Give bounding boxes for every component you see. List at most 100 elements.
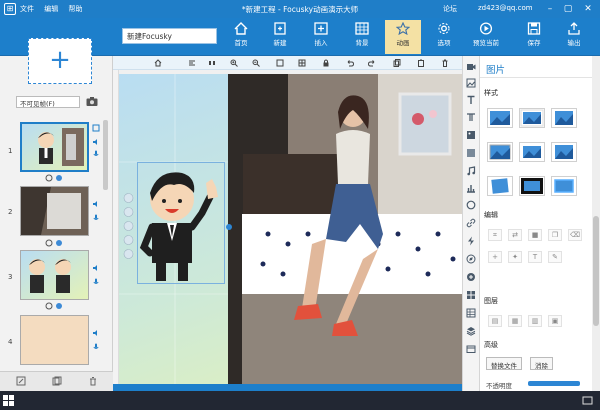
slide-audio-icon[interactable] xyxy=(92,264,100,272)
home-view-icon[interactable] xyxy=(154,59,162,67)
options-button[interactable]: 选项 xyxy=(426,20,462,54)
redo-icon[interactable] xyxy=(368,59,376,67)
text-edit-icon[interactable]: T xyxy=(528,251,542,263)
grid-icon[interactable] xyxy=(298,59,306,67)
layers-icon[interactable] xyxy=(466,326,476,336)
close-icon[interactable]: ✕ xyxy=(580,0,596,18)
slide-controls[interactable] xyxy=(45,174,65,182)
resize-handle[interactable] xyxy=(225,223,233,231)
image-icon[interactable] xyxy=(466,78,476,88)
style-option-7[interactable] xyxy=(487,176,513,196)
chart-icon[interactable] xyxy=(466,183,476,193)
replace-file-button[interactable]: 替换文件 xyxy=(486,357,522,370)
scrollbar-thumb[interactable] xyxy=(593,216,599,326)
forum-link[interactable]: 论坛 xyxy=(443,4,457,14)
copy-icon[interactable] xyxy=(393,59,401,67)
send-backward-icon[interactable]: ▥ xyxy=(528,315,542,327)
user-email[interactable]: zd423@qq.com xyxy=(478,4,533,12)
slide-mic-icon[interactable] xyxy=(92,343,100,351)
new-button[interactable]: 新建 xyxy=(262,20,298,54)
style-option-9[interactable] xyxy=(551,176,577,196)
style-option-4[interactable] xyxy=(487,142,513,162)
slide-thumbnail-1[interactable] xyxy=(20,122,89,172)
align-icon[interactable] xyxy=(188,59,196,67)
add-frame-button[interactable]: + xyxy=(28,38,92,84)
style-option-5[interactable] xyxy=(519,142,545,162)
flash-icon[interactable] xyxy=(466,236,476,246)
text-icon[interactable] xyxy=(466,95,476,105)
minimize-icon[interactable]: – xyxy=(542,0,558,18)
table-icon[interactable] xyxy=(466,308,476,318)
style-option-1[interactable] xyxy=(487,108,513,128)
slide-mic-icon[interactable] xyxy=(92,150,100,158)
bring-front-icon[interactable]: ▤ xyxy=(488,315,502,327)
slide-thumbnail-3[interactable] xyxy=(20,250,89,300)
style-option-8[interactable] xyxy=(519,176,545,196)
zoom-in-icon[interactable] xyxy=(230,59,238,67)
photo-element[interactable] xyxy=(228,74,462,384)
more-icon[interactable] xyxy=(466,344,476,354)
home-button[interactable]: 首页 xyxy=(223,20,259,54)
preview-current-button[interactable]: 预览当前 xyxy=(466,20,506,54)
crop-icon[interactable]: ⌗ xyxy=(488,229,502,241)
fit-screen-icon[interactable] xyxy=(276,59,284,67)
effect-icon[interactable]: ✦ xyxy=(508,251,522,263)
save-button[interactable]: 保存 xyxy=(516,20,552,54)
slide-audio-icon[interactable] xyxy=(92,138,100,146)
music-icon[interactable] xyxy=(466,166,476,176)
copy-element-icon[interactable]: ❐ xyxy=(548,229,562,241)
zoom-out-icon[interactable] xyxy=(252,59,260,67)
paste-icon[interactable] xyxy=(417,59,425,67)
slide-mic-icon[interactable] xyxy=(92,214,100,222)
lock-element-icon[interactable]: ■ xyxy=(528,229,542,241)
export-button[interactable]: 输出 xyxy=(556,20,592,54)
slide-controls[interactable] xyxy=(45,239,65,247)
notification-icon[interactable] xyxy=(582,395,593,406)
video-icon[interactable] xyxy=(466,62,476,72)
slide-settings-icon[interactable] xyxy=(92,124,100,132)
background-fill-icon[interactable] xyxy=(466,148,476,158)
frame-delete-icon[interactable] xyxy=(88,376,98,386)
slide-controls[interactable] xyxy=(45,302,65,310)
shape-icon[interactable] xyxy=(466,200,476,210)
symbol-icon[interactable] xyxy=(466,272,476,282)
slide-audio-icon[interactable] xyxy=(92,200,100,208)
compass-icon[interactable] xyxy=(466,254,476,264)
delete-icon[interactable] xyxy=(441,59,449,67)
style-option-6[interactable] xyxy=(551,142,577,162)
send-back-icon[interactable]: ▣ xyxy=(548,315,562,327)
style-option-2[interactable] xyxy=(519,108,545,128)
paragraph-icon[interactable] xyxy=(466,112,476,122)
element-quick-tools[interactable] xyxy=(123,192,134,262)
clear-button[interactable]: 消除 xyxy=(530,357,553,370)
link-icon[interactable] xyxy=(466,218,476,228)
slides-scrollbar[interactable] xyxy=(103,120,108,190)
undo-icon[interactable] xyxy=(346,59,354,67)
widget-icon[interactable] xyxy=(466,290,476,300)
maximize-icon[interactable]: ▢ xyxy=(560,0,576,18)
bring-forward-icon[interactable]: ▦ xyxy=(508,315,522,327)
properties-scrollbar[interactable] xyxy=(592,56,600,391)
trash-icon[interactable]: ⌫ xyxy=(568,229,582,241)
lock-icon[interactable] xyxy=(322,59,330,67)
visibility-select[interactable]: 不可见帧(F) xyxy=(16,96,80,108)
background-button[interactable]: 背景 xyxy=(344,20,380,54)
camera-icon[interactable] xyxy=(85,95,99,108)
slide-audio-icon[interactable] xyxy=(92,329,100,337)
slide-thumbnail-2[interactable] xyxy=(20,186,89,236)
windows-start-icon[interactable] xyxy=(3,395,14,406)
frame-add-icon[interactable] xyxy=(16,376,26,386)
document-name-input[interactable]: 新建Focusky xyxy=(122,28,217,44)
replace-image-icon[interactable]: ⇄ xyxy=(508,229,522,241)
frame-copy-icon[interactable] xyxy=(52,376,62,386)
style-option-3[interactable] xyxy=(551,108,577,128)
cartoon-character[interactable] xyxy=(137,162,225,284)
slide-mic-icon[interactable] xyxy=(92,278,100,286)
animation-button[interactable]: 动画 xyxy=(385,20,421,54)
opacity-slider[interactable] xyxy=(528,381,580,386)
add-element-icon[interactable]: + xyxy=(488,251,502,263)
insert-button[interactable]: 插入 xyxy=(303,20,339,54)
image-frame-icon[interactable] xyxy=(466,130,476,140)
distribute-icon[interactable] xyxy=(208,59,216,67)
slide-thumbnail-4[interactable] xyxy=(20,315,89,365)
